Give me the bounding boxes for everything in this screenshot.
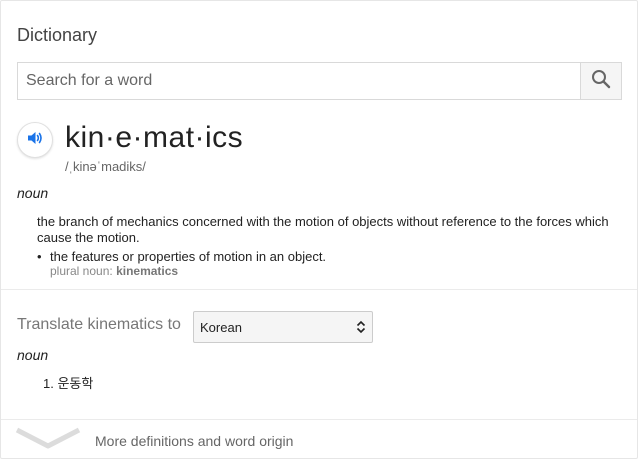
bullet-icon: •: [37, 249, 42, 264]
sub-definition: • the features or properties of motion in…: [37, 249, 326, 265]
chevron-down-icon: [15, 427, 81, 456]
part-of-speech: noun: [17, 185, 49, 201]
panel-title: Dictionary: [17, 25, 98, 45]
language-select[interactable]: Korean: [193, 311, 373, 343]
section-divider: [1, 289, 637, 290]
plural-form: plural noun: kinematics: [50, 264, 178, 278]
expand-button[interactable]: [15, 426, 81, 452]
pronounce-button[interactable]: [17, 122, 53, 158]
search-button[interactable]: [580, 63, 621, 99]
plural-label: plural noun:: [50, 264, 113, 278]
translation-item: 1. 운동학: [43, 376, 94, 391]
translate-label: Translate kinematics to: [17, 316, 181, 333]
translation-part-of-speech: noun: [17, 347, 49, 363]
search-input[interactable]: [18, 63, 580, 99]
speaker-icon: [26, 129, 44, 152]
more-definitions-link[interactable]: More definitions and word origin: [95, 433, 293, 449]
search-icon: [591, 69, 611, 94]
dictionary-card: Dictionary kin·e·mat·ics /ˌkinəˈmadiks/ …: [0, 0, 638, 459]
select-arrows-icon: [356, 319, 366, 335]
headword: kin·e·mat·ics: [65, 121, 244, 154]
phonetic-spelling: /ˌkinəˈmadiks/: [65, 159, 146, 174]
language-select-value: Korean: [200, 319, 242, 335]
footer-divider: [1, 419, 637, 420]
search-box: [17, 62, 622, 100]
definition-text: the branch of mechanics concerned with t…: [37, 214, 609, 245]
sub-definition-text: the features or properties of motion in …: [50, 249, 327, 264]
plural-value: kinematics: [116, 264, 179, 278]
